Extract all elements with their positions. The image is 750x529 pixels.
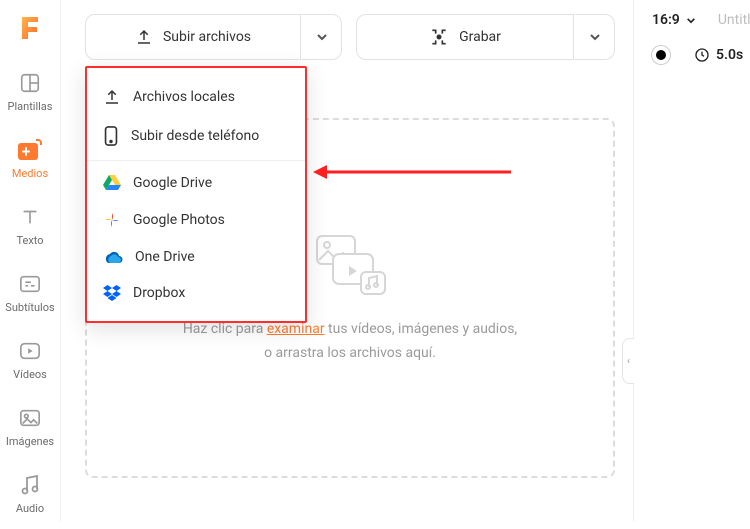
dropdown-item-google-drive[interactable]: Google Drive xyxy=(87,165,305,201)
sidebar-item-label: Subtítulos xyxy=(5,301,54,314)
collapse-right-panel[interactable]: ‹ xyxy=(622,338,634,384)
sidebar-item-label: Texto xyxy=(16,234,43,247)
dropdown-item-dropbox[interactable]: Dropbox xyxy=(87,275,305,311)
dropdown-item-local-files[interactable]: Archivos locales xyxy=(87,78,305,116)
record-dropdown-toggle[interactable] xyxy=(575,14,615,60)
images-icon xyxy=(17,405,43,431)
sidebar-item-imagenes[interactable]: Imágenes xyxy=(0,397,60,462)
sidebar-item-videos[interactable]: Vídeos xyxy=(0,330,60,395)
upload-dropdown: Archivos locales Subir desde teléfono Go… xyxy=(85,66,307,323)
dropbox-icon xyxy=(103,285,121,301)
empty-media-icon xyxy=(307,230,393,300)
record-button[interactable]: Grabar xyxy=(356,14,574,60)
google-photos-icon xyxy=(103,211,121,229)
timeline-clip-summary: 5.0s xyxy=(652,46,750,64)
sidebar-item-plantillas[interactable]: Plantillas xyxy=(0,62,60,127)
templates-icon xyxy=(17,70,43,96)
right-panel: 16:9 Untitled 5.0s ‹ xyxy=(633,0,750,521)
subtitles-icon xyxy=(17,271,43,297)
upload-icon xyxy=(135,28,153,46)
dropzone-text: Haz clic para examinar tus vídeos, imáge… xyxy=(183,318,517,366)
sidebar-item-label: Imágenes xyxy=(6,435,54,448)
upload-dropdown-toggle[interactable] xyxy=(302,14,342,60)
clip-color-dot xyxy=(652,46,670,64)
upload-label: Subir archivos xyxy=(163,29,251,45)
chevron-down-icon xyxy=(686,17,696,24)
aspect-ratio-selector[interactable]: 16:9 xyxy=(652,12,696,28)
sidebar-item-audio[interactable]: Audio xyxy=(0,464,60,529)
divider xyxy=(87,160,305,161)
sidebar-item-label: Vídeos xyxy=(13,368,47,381)
media-icon xyxy=(17,137,43,163)
onedrive-icon xyxy=(103,250,123,264)
dropdown-item-upload-phone[interactable]: Subir desde teléfono xyxy=(87,116,305,156)
dropdown-item-google-photos[interactable]: Google Photos xyxy=(87,201,305,239)
sidebar-item-medios[interactable]: Medios xyxy=(0,129,60,194)
sidebar-item-label: Audio xyxy=(16,502,44,515)
main-panel: Subir archivos Grabar xyxy=(61,0,633,521)
sidebar-item-subtitulos[interactable]: Subtítulos xyxy=(0,263,60,328)
sidebar-item-texto[interactable]: Texto xyxy=(0,196,60,261)
google-drive-icon xyxy=(103,175,121,191)
media-toolbar: Subir archivos Grabar xyxy=(85,14,615,60)
audio-icon xyxy=(17,472,43,498)
upload-files-button[interactable]: Subir archivos xyxy=(85,14,301,60)
app-logo xyxy=(9,10,51,44)
chevron-down-icon xyxy=(316,33,328,41)
chevron-left-icon: ‹ xyxy=(627,356,630,367)
phone-icon xyxy=(103,126,119,146)
upload-icon xyxy=(103,88,121,106)
clock-icon xyxy=(694,47,710,63)
record-icon xyxy=(429,27,449,47)
sidebar-item-label: Medios xyxy=(12,167,48,180)
videos-icon xyxy=(17,338,43,364)
browse-link[interactable]: examinar xyxy=(267,321,325,337)
record-label: Grabar xyxy=(459,29,501,45)
dropdown-item-onedrive[interactable]: One Drive xyxy=(87,239,305,275)
project-title[interactable]: Untitled xyxy=(718,12,750,28)
text-icon xyxy=(17,204,43,230)
clip-duration[interactable]: 5.0s xyxy=(694,47,743,63)
left-sidebar: Plantillas Medios Texto Subtítulos Vídeo xyxy=(0,0,61,521)
chevron-down-icon xyxy=(589,33,601,41)
sidebar-item-label: Plantillas xyxy=(8,100,53,113)
